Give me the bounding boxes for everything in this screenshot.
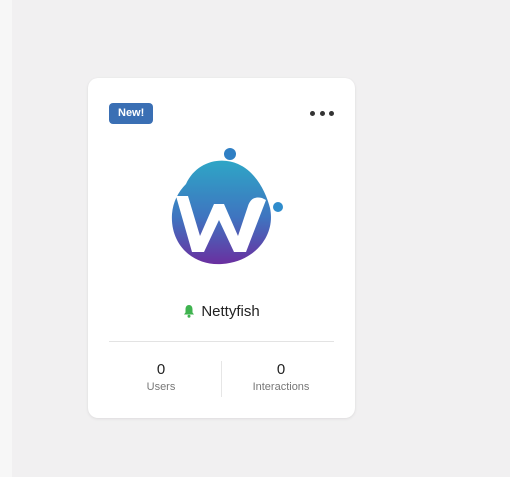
nettyfish-logo [171,148,283,265]
users-stat: 0 Users [106,361,216,393]
users-label: Users [146,381,176,393]
workspace-name-row: Nettyfish [88,303,355,320]
left-panel-edge [0,0,12,477]
bell-icon [184,305,195,318]
more-options-button[interactable] [310,105,334,121]
divider [109,341,334,342]
interactions-count: 0 [276,361,286,378]
workspace-name: Nettyfish [201,303,260,320]
stat-separator [221,361,222,397]
interactions-label: Interactions [252,381,310,393]
new-badge: New! [109,103,154,124]
workspace-card[interactable]: New! Nettyfish 0 Users 0 Interactions [88,78,355,418]
users-count: 0 [156,361,166,378]
interactions-stat: 0 Interactions [226,361,336,393]
more-horizontal-icon [310,110,315,116]
